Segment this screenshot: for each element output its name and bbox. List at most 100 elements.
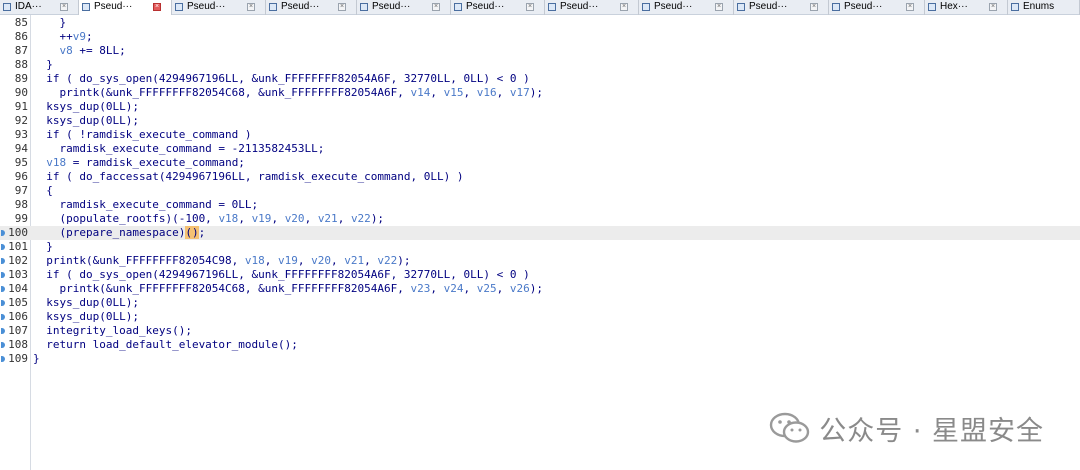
watermark-text: 公众号 · 星盟安全 — [819, 415, 1044, 447]
tab-pseud-3[interactable]: Pseud··· × — [266, 0, 357, 15]
code-text[interactable]: ramdisk_execute_command = -2113582453LL; — [33, 142, 324, 156]
code-line-109[interactable]: 109} — [0, 352, 1080, 366]
code-text[interactable]: } — [33, 58, 53, 72]
tab-label: Hex··· — [940, 1, 968, 12]
tab-hex-10[interactable]: Hex··· × — [925, 0, 1008, 15]
line-number: 94 — [14, 142, 28, 155]
code-line-87[interactable]: 87 v8 += 8LL; — [0, 44, 1080, 58]
tab-document-icon — [737, 3, 745, 11]
tab-close-icon[interactable]: × — [526, 3, 534, 11]
code-line-86[interactable]: 86 ++v9; — [0, 30, 1080, 44]
code-line-97[interactable]: 97 { — [0, 184, 1080, 198]
code-line-101[interactable]: 101 } — [0, 240, 1080, 254]
code-text[interactable]: integrity_load_keys(); — [33, 324, 192, 338]
code-line-94[interactable]: 94 ramdisk_execute_command = -2113582453… — [0, 142, 1080, 156]
line-number: 99 — [14, 212, 28, 225]
line-number: 98 — [14, 198, 28, 211]
code-line-90[interactable]: 90 printk(&unk_FFFFFFFF82054C68, &unk_FF… — [0, 86, 1080, 100]
tab-pseud-6[interactable]: Pseud··· × — [545, 0, 639, 15]
line-number: 101 — [8, 240, 28, 253]
code-line-106[interactable]: 106 ksys_dup(0LL); — [0, 310, 1080, 324]
code-text[interactable]: ksys_dup(0LL); — [33, 310, 139, 324]
line-number: 96 — [14, 170, 28, 183]
tab-pseud-9[interactable]: Pseud··· × — [829, 0, 925, 15]
code-line-103[interactable]: 103 if ( do_sys_open(4294967196LL, &unk_… — [0, 268, 1080, 282]
code-line-88[interactable]: 88 } — [0, 58, 1080, 72]
code-line-100[interactable]: 100 (prepare_namespace)(); — [0, 226, 1080, 240]
tab-document-icon — [454, 3, 462, 11]
tab-document-icon — [832, 3, 840, 11]
code-text[interactable]: (prepare_namespace)(); — [33, 226, 205, 240]
tab-document-icon — [548, 3, 556, 11]
line-number: 109 — [8, 352, 28, 365]
code-line-91[interactable]: 91 ksys_dup(0LL); — [0, 100, 1080, 114]
tab-close-icon[interactable]: × — [247, 3, 255, 11]
tab-document-icon — [642, 3, 650, 11]
tab-close-icon[interactable]: × — [810, 3, 818, 11]
code-line-89[interactable]: 89 if ( do_sys_open(4294967196LL, &unk_F… — [0, 72, 1080, 86]
code-text[interactable]: } — [33, 240, 53, 254]
code-line-95[interactable]: 95 v18 = ramdisk_execute_command; — [0, 156, 1080, 170]
tab-close-icon[interactable]: × — [906, 3, 914, 11]
code-text[interactable]: ++v9; — [33, 30, 92, 44]
code-text[interactable]: ksys_dup(0LL); — [33, 296, 139, 310]
code-text[interactable]: if ( !ramdisk_execute_command ) — [33, 128, 251, 142]
tab-close-icon[interactable]: × — [60, 3, 68, 11]
tab-close-icon[interactable]: × — [989, 3, 997, 11]
tab-pseud-2[interactable]: Pseud··· × — [172, 0, 266, 15]
code-text[interactable]: } — [33, 16, 66, 30]
line-number: 88 — [14, 58, 28, 71]
code-text[interactable]: ramdisk_execute_command = 0LL; — [33, 198, 258, 212]
code-line-93[interactable]: 93 if ( !ramdisk_execute_command ) — [0, 128, 1080, 142]
tab-close-icon[interactable]: × — [620, 3, 628, 11]
tab-ida-0[interactable]: IDA··· × — [0, 0, 79, 15]
code-text[interactable]: printk(&unk_FFFFFFFF82054C68, &unk_FFFFF… — [33, 86, 543, 100]
line-number: 87 — [14, 44, 28, 57]
code-text[interactable]: (populate_rootfs)(-100, v18, v19, v20, v… — [33, 212, 384, 226]
tab-close-icon[interactable]: × — [432, 3, 440, 11]
tab-pseud-4[interactable]: Pseud··· × — [357, 0, 451, 15]
code-line-107[interactable]: 107 integrity_load_keys(); — [0, 324, 1080, 338]
line-number: 108 — [8, 338, 28, 351]
tab-label: Pseud··· — [466, 1, 505, 12]
code-line-99[interactable]: 99 (populate_rootfs)(-100, v18, v19, v20… — [0, 212, 1080, 226]
tab-label: Pseud··· — [654, 1, 693, 12]
tab-enums-11[interactable]: Enums — [1008, 0, 1080, 15]
code-text[interactable]: if ( do_sys_open(4294967196LL, &unk_FFFF… — [33, 72, 529, 86]
code-text[interactable]: { — [33, 184, 53, 198]
tab-label: Pseud··· — [372, 1, 411, 12]
code-text[interactable]: printk(&unk_FFFFFFFF82054C68, &unk_FFFFF… — [33, 282, 543, 296]
code-text[interactable]: ksys_dup(0LL); — [33, 100, 139, 114]
code-line-104[interactable]: 104 printk(&unk_FFFFFFFF82054C68, &unk_F… — [0, 282, 1080, 296]
code-line-96[interactable]: 96 if ( do_faccessat(4294967196LL, ramdi… — [0, 170, 1080, 184]
wechat-icon — [770, 412, 810, 443]
code-text[interactable]: } — [33, 352, 40, 366]
code-text[interactable]: if ( do_sys_open(4294967196LL, &unk_FFFF… — [33, 268, 529, 282]
line-number: 95 — [14, 156, 28, 169]
tab-label: Enums — [1023, 1, 1055, 12]
line-number: 89 — [14, 72, 28, 85]
code-text[interactable]: return load_default_elevator_module(); — [33, 338, 298, 352]
code-line-108[interactable]: 108 return load_default_elevator_module(… — [0, 338, 1080, 352]
tab-close-icon[interactable]: × — [338, 3, 346, 11]
tab-close-icon[interactable]: × — [153, 3, 161, 11]
code-text[interactable]: v8 += 8LL; — [33, 44, 126, 58]
code-text[interactable]: printk(&unk_FFFFFFFF82054C98, v18, v19, … — [33, 254, 410, 268]
tab-pseud-8[interactable]: Pseud··· × — [734, 0, 829, 15]
code-line-98[interactable]: 98 ramdisk_execute_command = 0LL; — [0, 198, 1080, 212]
tab-pseud-7[interactable]: Pseud··· × — [639, 0, 734, 15]
code-line-102[interactable]: 102 printk(&unk_FFFFFFFF82054C98, v18, v… — [0, 254, 1080, 268]
tab-pseud-5[interactable]: Pseud··· × — [451, 0, 545, 15]
code-text[interactable]: ksys_dup(0LL); — [33, 114, 139, 128]
code-line-105[interactable]: 105 ksys_dup(0LL); — [0, 296, 1080, 310]
code-line-85[interactable]: 85 } — [0, 16, 1080, 30]
line-number: 85 — [14, 16, 28, 29]
code-line-92[interactable]: 92 ksys_dup(0LL); — [0, 114, 1080, 128]
code-text[interactable]: v18 = ramdisk_execute_command; — [33, 156, 245, 170]
tab-document-icon — [3, 3, 11, 11]
tab-document-icon — [82, 3, 90, 11]
tab-close-icon[interactable]: × — [715, 3, 723, 11]
tab-pseud-1[interactable]: Pseud··· × — [79, 0, 172, 15]
code-text[interactable]: if ( do_faccessat(4294967196LL, ramdisk_… — [33, 170, 463, 184]
tab-document-icon — [175, 3, 183, 11]
